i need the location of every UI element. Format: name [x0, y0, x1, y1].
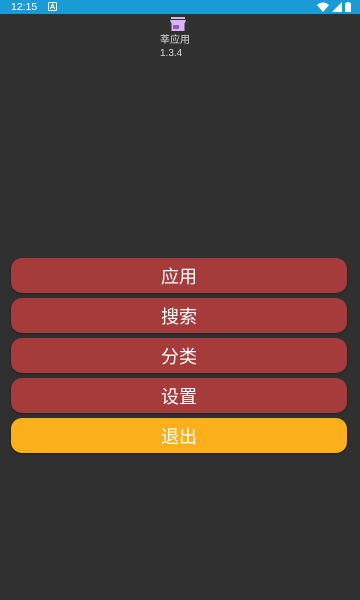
- search-button[interactable]: 搜索: [11, 298, 347, 333]
- app-name: 莘应用: [160, 35, 190, 46]
- battery-icon: [345, 2, 351, 12]
- status-icons: [317, 2, 351, 12]
- cellular-signal-icon: [332, 2, 342, 12]
- apps-button[interactable]: 应用: [11, 258, 347, 293]
- exit-button[interactable]: 退出: [11, 418, 347, 453]
- status-bar: 12:15: [0, 0, 360, 14]
- categories-button[interactable]: 分类: [11, 338, 347, 373]
- status-time: 12:15: [11, 1, 38, 13]
- settings-button[interactable]: 设置: [11, 378, 347, 413]
- storefront-icon: [170, 17, 186, 31]
- wifi-icon: [317, 2, 329, 12]
- notification-a-icon: [48, 2, 57, 11]
- app-version: 1.3.4: [160, 48, 183, 59]
